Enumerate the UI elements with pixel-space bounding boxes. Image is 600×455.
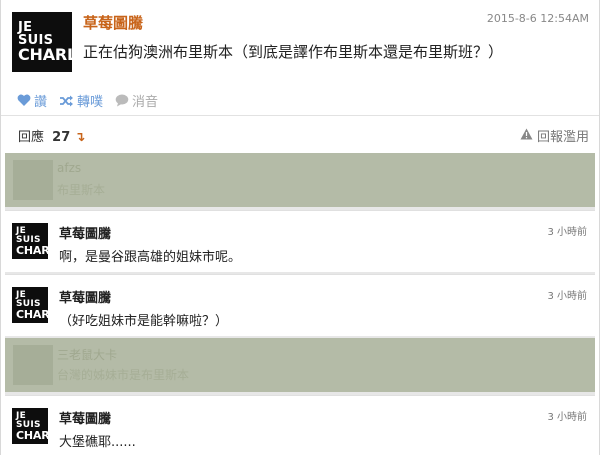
post-actions: 讚 轉噗 消音 bbox=[17, 91, 158, 110]
mute-label: 消音 bbox=[132, 95, 159, 110]
response-text: 布里斯本 bbox=[57, 183, 106, 197]
hidden-response: afzs 布里斯本 bbox=[5, 153, 595, 207]
response-author: 三老鼠大卡 bbox=[57, 348, 118, 362]
avatar[interactable]: JE SUIS CHARLIE bbox=[12, 287, 68, 323]
response-time: 3 小時前 bbox=[547, 227, 587, 238]
response-text: 大堡礁耶...... bbox=[59, 435, 136, 450]
reply-bar: 回應 27 ↴ 回報濫用 bbox=[1, 116, 599, 152]
list-item: JE SUIS CHARLIE 草莓圖騰 3 小時前 大堡礁耶...... bbox=[5, 395, 595, 455]
warning-icon bbox=[520, 128, 533, 144]
response-author[interactable]: 草莓圖騰 bbox=[59, 287, 111, 306]
avatar-line2: CHARLIE bbox=[18, 45, 94, 64]
arrow-down-icon: ↴ bbox=[74, 130, 86, 145]
avatar bbox=[13, 160, 53, 200]
response-author: afzs bbox=[57, 161, 82, 175]
heart-icon bbox=[17, 94, 31, 107]
avatar-line1: JE SUIS bbox=[16, 289, 41, 309]
avatar[interactable]: JE SUIS CHARLIE bbox=[12, 408, 68, 444]
repost-label: 轉噗 bbox=[77, 95, 104, 110]
avatar-line1: JE SUIS bbox=[18, 20, 54, 48]
avatar-line2: CHARLIE bbox=[16, 307, 68, 321]
reply-number: 27 bbox=[52, 130, 71, 145]
avatar[interactable]: JE SUIS CHARLIE bbox=[12, 223, 68, 259]
response-text: （好吃姐妹市是能幹嘛啦？） bbox=[59, 314, 229, 329]
response-text: 啊，是曼谷跟高雄的姐妹市呢。 bbox=[59, 250, 242, 265]
report-abuse-link[interactable]: 回報濫用 bbox=[520, 126, 589, 145]
post-time: 2015-8-6 12:54AM bbox=[486, 12, 589, 25]
repost-button[interactable]: 轉噗 bbox=[59, 91, 103, 110]
post-author[interactable]: 草莓圖騰 bbox=[83, 12, 143, 33]
response-time: 3 小時前 bbox=[547, 412, 587, 423]
avatar-line1: JE SUIS bbox=[16, 225, 41, 245]
avatar-line2: CHARLIE bbox=[16, 243, 68, 257]
speech-bubble-icon bbox=[115, 94, 129, 107]
hidden-response: 三老鼠大卡 台灣的姊妹市是布里斯本 bbox=[5, 338, 595, 392]
response-author[interactable]: 草莓圖騰 bbox=[59, 223, 111, 242]
shuffle-icon bbox=[59, 95, 74, 107]
report-label: 回報濫用 bbox=[536, 130, 589, 145]
response-time: 3 小時前 bbox=[547, 291, 587, 302]
list-item: JE SUIS CHARLIE 草莓圖騰 3 小時前 （好吃姐妹市是能幹嘛啦？） bbox=[5, 274, 595, 336]
main-post: JE SUIS CHARLIE 草莓圖騰 2015-8-6 12:54AM 正在… bbox=[1, 0, 599, 84]
response-author[interactable]: 草莓圖騰 bbox=[59, 408, 111, 427]
plurk-frame: JE SUIS CHARLIE 草莓圖騰 2015-8-6 12:54AM 正在… bbox=[0, 0, 600, 455]
list-item: JE SUIS CHARLIE 草莓圖騰 3 小時前 啊，是曼谷跟高雄的姐妹市呢… bbox=[5, 210, 595, 272]
mute-button[interactable]: 消音 bbox=[115, 91, 158, 110]
avatar[interactable]: JE SUIS CHARLIE bbox=[12, 12, 94, 72]
like-label: 讚 bbox=[34, 95, 48, 110]
response-text: 台灣的姊妹市是布里斯本 bbox=[57, 368, 190, 382]
avatar bbox=[13, 345, 53, 385]
avatar-line2: CHARLIE bbox=[16, 428, 68, 442]
reply-label: 回應 bbox=[18, 130, 45, 145]
reply-count[interactable]: 回應 27 ↴ bbox=[18, 126, 85, 145]
like-button[interactable]: 讚 bbox=[17, 91, 47, 110]
avatar-line1: JE SUIS bbox=[16, 410, 41, 430]
response-list: afzs 布里斯本 JE SUIS CHARLIE 草莓圖騰 3 小時前 啊，是… bbox=[5, 153, 595, 455]
post-text: 正在估狗澳洲布里斯本（到底是譯作布里斯本還是布里斯班？） bbox=[83, 43, 504, 61]
